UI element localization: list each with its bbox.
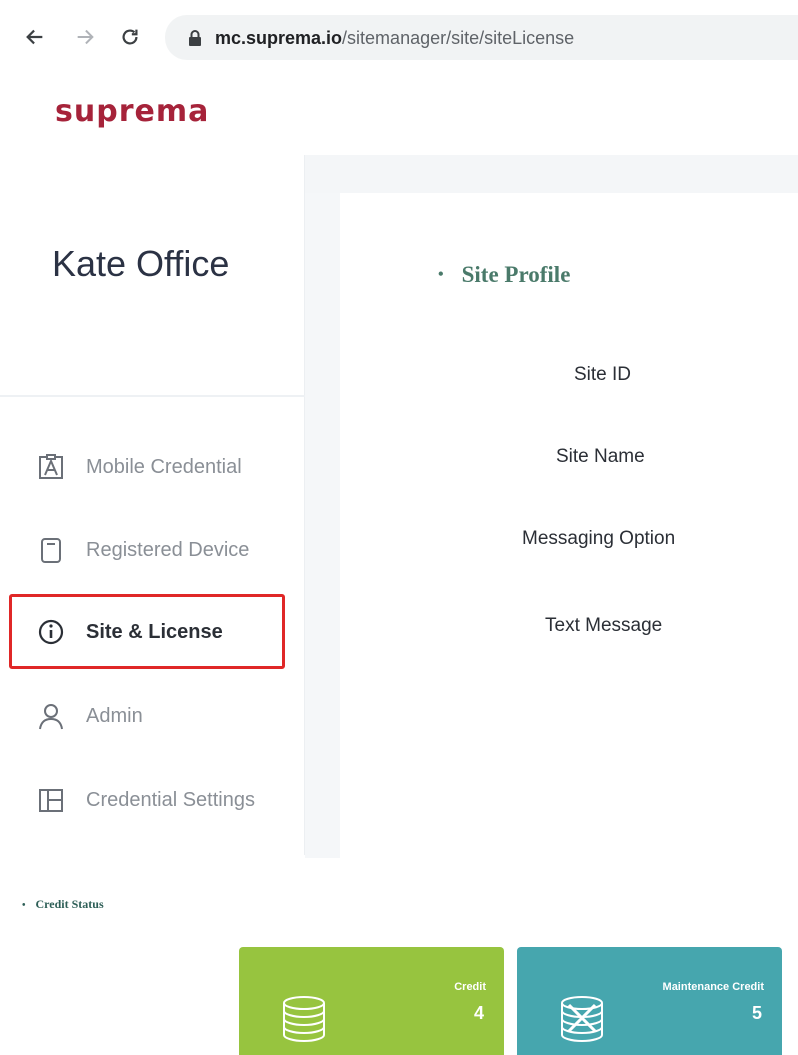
layout-icon	[36, 785, 66, 815]
sidebar-item-admin[interactable]: Admin	[36, 696, 143, 736]
site-title: Kate Office	[52, 243, 230, 284]
site-profile-card	[340, 193, 798, 858]
bullet-icon: •	[438, 266, 444, 283]
sidebar-item-label: Credential Settings	[86, 788, 255, 811]
suprema-logo[interactable]: suprema	[55, 94, 209, 129]
sidebar-divider	[0, 395, 305, 397]
url-text: mc.suprema.io/sitemanager/site/siteLicen…	[215, 28, 574, 49]
credit-value: 4	[473, 1003, 484, 1023]
credit-status-heading: • Credit Status	[22, 897, 104, 912]
maintenance-credit-label: Maintenance Credit	[662, 981, 764, 993]
browser-toolbar: mc.suprema.io/sitemanager/site/siteLicen…	[0, 0, 798, 70]
user-icon	[36, 701, 66, 731]
maintenance-credit-card: Maintenance Credit 5	[517, 947, 782, 1055]
maintenance-coins-icon	[561, 996, 603, 1043]
sidebar-item-credential-settings[interactable]: Credential Settings	[36, 780, 255, 820]
coins-icon	[283, 996, 325, 1043]
credit-status-title: Credit Status	[35, 897, 104, 911]
sidebar-item-registered-device[interactable]: Registered Device	[36, 530, 249, 570]
sidebar-item-label: Registered Device	[86, 538, 250, 561]
sidebar-item-label: Mobile Credential	[86, 455, 242, 478]
arrow-right-icon	[77, 29, 94, 45]
site-profile-title: Site Profile	[461, 262, 571, 287]
info-icon	[36, 617, 66, 647]
reload-button[interactable]	[115, 22, 145, 52]
url-path: /sitemanager/site/siteLicense	[342, 28, 575, 48]
back-button[interactable]	[20, 22, 50, 52]
credit-card: Credit 4	[239, 947, 504, 1055]
lock-icon	[189, 30, 201, 46]
site-profile-heading: • Site Profile	[438, 262, 570, 288]
field-site-id: Site ID	[574, 364, 632, 385]
sidebar-item-label: Admin	[86, 704, 143, 727]
device-icon	[36, 535, 66, 565]
sidebar-item-mobile-credential[interactable]: Mobile Credential	[36, 447, 242, 487]
credit-label: Credit	[454, 981, 486, 993]
address-bar[interactable]: mc.suprema.io/sitemanager/site/siteLicen…	[165, 15, 798, 60]
arrow-left-icon	[26, 29, 43, 45]
url-host: mc.suprema.io	[215, 28, 343, 48]
maintenance-credit-value: 5	[751, 1003, 762, 1023]
forward-button[interactable]	[70, 22, 100, 52]
sidebar-item-label: Site & License	[86, 620, 223, 643]
field-messaging-option: Messaging Option	[522, 528, 676, 549]
sidebar-item-site-license[interactable]: Site & License	[36, 612, 223, 652]
id-badge-icon	[36, 452, 66, 482]
field-text-message: Text Message	[545, 615, 663, 636]
bullet-icon: •	[22, 900, 26, 911]
field-site-name: Site Name	[556, 446, 645, 467]
reload-icon	[122, 29, 138, 45]
